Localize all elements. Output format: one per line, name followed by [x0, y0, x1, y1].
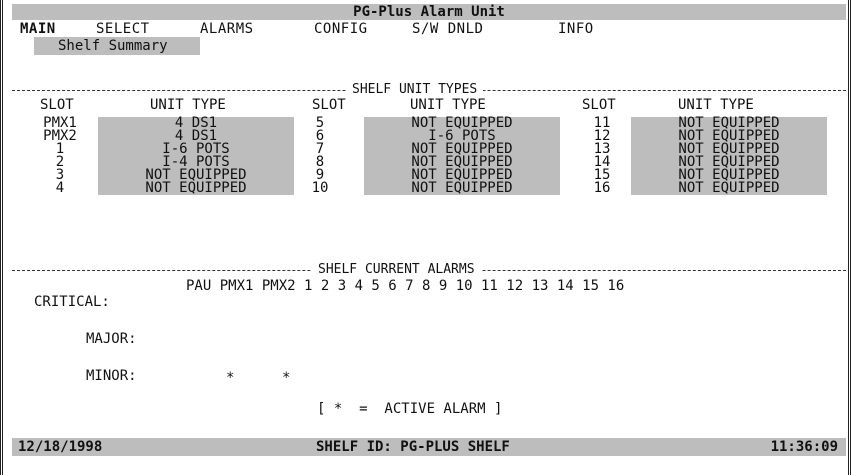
unit-type-header: UNIT TYPE — [678, 97, 754, 113]
alarm-column-header: PAU PMX1 PMX2 1 2 3 4 5 6 7 8 9 10 11 12… — [186, 278, 625, 294]
shelf-types-separator: SHELF UNIT TYPES — [12, 83, 846, 97]
menu-main[interactable]: MAIN — [20, 20, 56, 38]
unit-type-value[interactable]: NOT EQUIPPED — [631, 181, 827, 195]
status-time: 11:36:09 — [770, 439, 838, 455]
unit-type-header: UNIT TYPE — [150, 97, 226, 113]
unit-type-header: UNIT TYPE — [410, 97, 486, 113]
menu-select[interactable]: SELECT — [96, 20, 150, 38]
status-date: 12/18/1998 — [18, 439, 103, 455]
menu-config[interactable]: CONFIG — [314, 20, 368, 38]
minor-label: MINOR: — [86, 368, 137, 384]
critical-label: CRITICAL: — [34, 294, 110, 310]
submenu-shelf-summary[interactable]: Shelf Summary — [34, 37, 200, 55]
major-label: MAJOR: — [86, 331, 137, 347]
alarms-separator: SHELF CURRENT ALARMS — [12, 263, 846, 277]
unit-type-value[interactable]: NOT EQUIPPED — [364, 181, 560, 195]
slot-label: 10 — [311, 180, 329, 196]
shelf-types-title: SHELF UNIT TYPES — [346, 83, 484, 97]
status-bar: 12/18/1998 SHELF ID: PG-PLUS SHELF 11:36… — [12, 438, 846, 456]
alarm-legend: [ * = ACTIVE ALARM ] — [317, 401, 503, 417]
menu-info[interactable]: INFO — [558, 20, 594, 38]
status-shelf-id: SHELF ID: PG-PLUS SHELF — [316, 439, 510, 455]
menu-sw-dnld[interactable]: S/W DNLD — [412, 20, 483, 38]
window-title: PG-Plus Alarm Unit — [12, 4, 846, 20]
alarms-title: SHELF CURRENT ALARMS — [312, 263, 481, 277]
slot-label: 4 — [55, 180, 65, 196]
slot-label: 16 — [593, 180, 611, 196]
minor-alarm-indicator: * — [226, 370, 235, 386]
unit-type-value[interactable]: NOT EQUIPPED — [98, 181, 294, 195]
slot-header: SLOT — [312, 97, 346, 113]
menu-bar: MAIN SELECT ALARMS CONFIG S/W DNLD INFO — [12, 20, 846, 38]
slot-header: SLOT — [40, 97, 74, 113]
slot-header: SLOT — [582, 97, 616, 113]
menu-alarms[interactable]: ALARMS — [200, 20, 254, 38]
minor-alarm-indicator: * — [282, 370, 291, 386]
